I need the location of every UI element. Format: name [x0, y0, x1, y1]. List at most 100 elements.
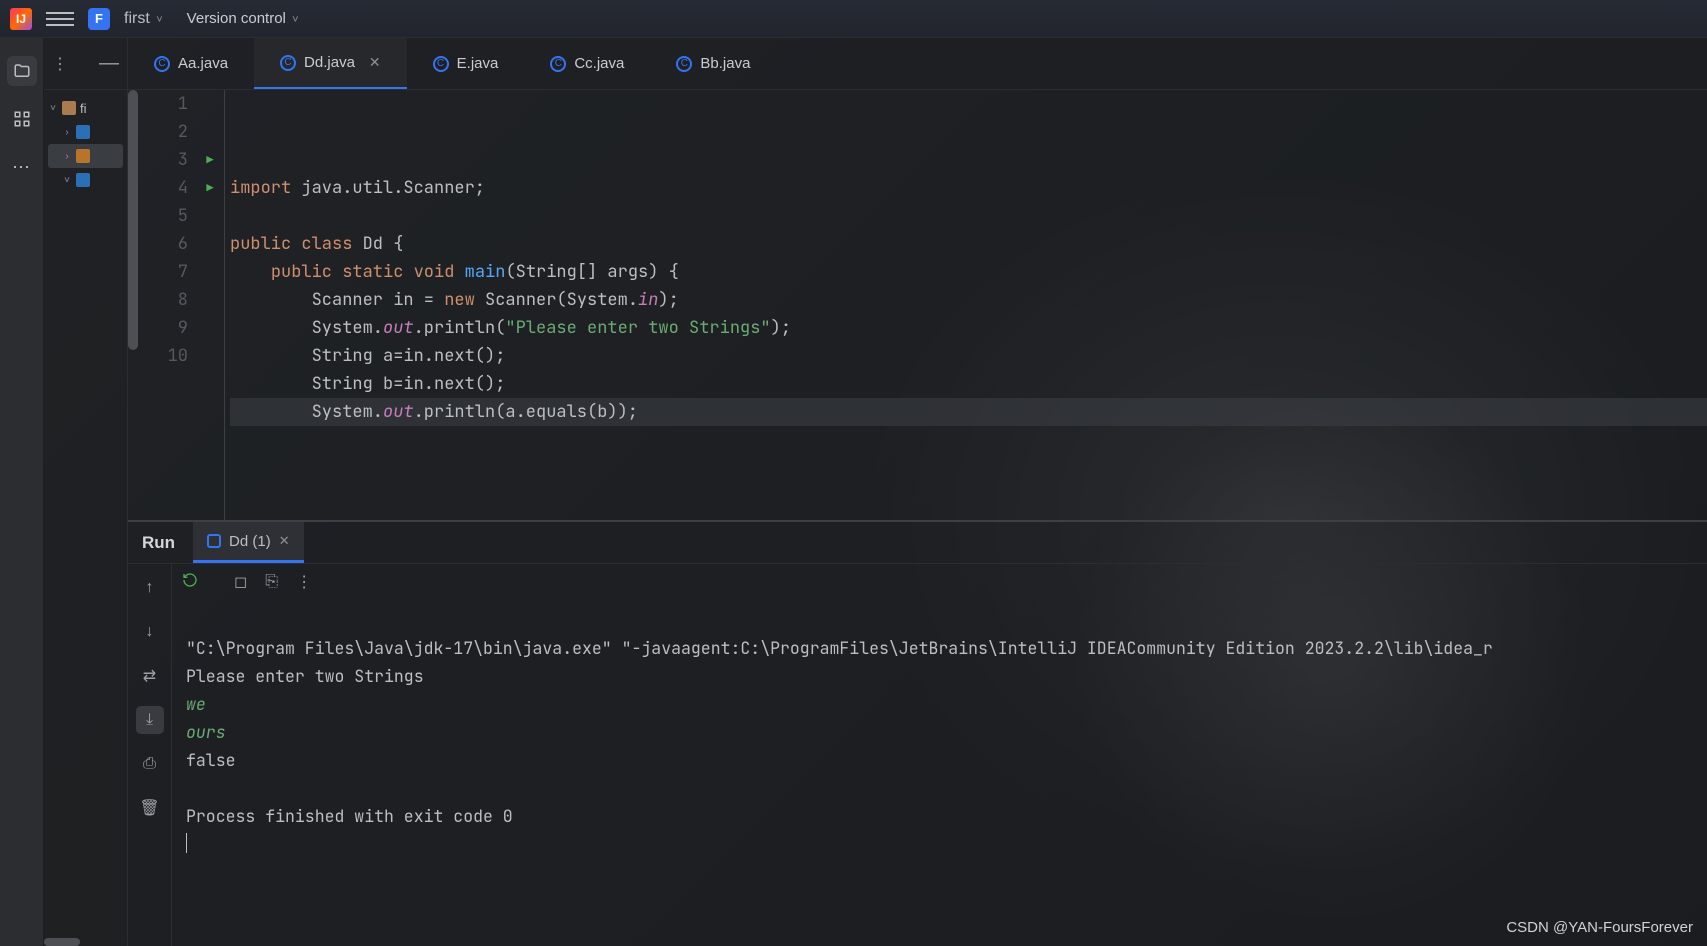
- editor-tab[interactable]: CDd.java✕: [254, 38, 407, 89]
- close-icon[interactable]: ✕: [369, 54, 381, 71]
- gutter: 12345678910 ▶▶: [128, 90, 224, 520]
- scroll-end-icon: ⤓: [146, 711, 153, 729]
- camera-button[interactable]: ◻: [234, 572, 247, 592]
- minimize-icon[interactable]: —: [99, 52, 119, 75]
- class-icon: C: [154, 56, 170, 72]
- gutter-cell[interactable]: ▶: [196, 146, 224, 174]
- caret-icon: ˅: [48, 103, 58, 114]
- code-editor[interactable]: 12345678910 ▶▶ import java.util.Scanner;…: [128, 90, 1707, 520]
- rerun-button[interactable]: [182, 572, 198, 593]
- caret-icon: ›: [62, 127, 72, 138]
- tree-label: fi: [80, 101, 87, 116]
- tab-label: Aa.java: [178, 55, 228, 72]
- file-icon: [76, 149, 90, 163]
- scroll-to-end-button[interactable]: ⤓: [136, 706, 164, 734]
- run-body: ↑ ↓ ⇄ ⤓ ⎙ 🗑 ◻ ⎘ ⋮: [128, 564, 1707, 946]
- project-tree-header: ⋮ —: [44, 38, 127, 90]
- tab-label: Bb.java: [700, 55, 750, 72]
- code-line[interactable]: String b=in.next();: [230, 370, 1707, 398]
- editor-scrollbar[interactable]: [128, 90, 138, 350]
- editor-tab[interactable]: C E.java: [407, 38, 525, 89]
- project-tool-button[interactable]: [7, 56, 37, 86]
- structure-tool-button[interactable]: [7, 104, 37, 134]
- run-panel-header: Run Dd (1) ✕: [128, 522, 1707, 564]
- scroll-down-button[interactable]: ↓: [136, 618, 164, 646]
- more-run-button[interactable]: ⋮: [296, 572, 312, 592]
- exit-icon: ⎘: [265, 573, 278, 590]
- project-name[interactable]: first ˅: [124, 10, 163, 28]
- folder-icon: [62, 101, 76, 115]
- exit-button[interactable]: ⎘: [265, 573, 278, 591]
- tree-row[interactable]: ›: [48, 144, 123, 168]
- code-line[interactable]: String a=in.next();: [230, 342, 1707, 370]
- tree-scrollbar[interactable]: [44, 938, 80, 946]
- scroll-up-button[interactable]: ↑: [136, 574, 164, 602]
- chevron-down-icon: ˅: [156, 14, 162, 26]
- code-line[interactable]: public class Dd {: [230, 230, 1707, 258]
- more-icon: ⋯: [12, 157, 31, 178]
- line-numbers: 12345678910: [128, 90, 196, 520]
- run-panel: Run Dd (1) ✕ ↑ ↓ ⇄ ⤓ ⎙ 🗑: [128, 520, 1707, 946]
- tree-row[interactable]: ˅: [48, 168, 123, 192]
- code-line[interactable]: System.out.println("Please enter two Str…: [230, 314, 1707, 342]
- tree-row[interactable]: ›: [48, 120, 123, 144]
- main: ⋯ ⋮ — ˅fi››˅ CAa.javaCDd.java✕CE.javaCCc…: [0, 38, 1707, 946]
- version-control-menu[interactable]: Version control ˅: [187, 10, 299, 27]
- gutter-cell[interactable]: ▶: [196, 174, 224, 202]
- project-badge[interactable]: F: [88, 8, 110, 30]
- folder-icon: [13, 62, 31, 80]
- code-area[interactable]: import java.util.Scanner; public class D…: [224, 90, 1707, 520]
- run-config-tab[interactable]: Dd (1) ✕: [193, 522, 304, 563]
- clear-button[interactable]: 🗑: [136, 794, 164, 822]
- project-tree[interactable]: ⋮ — ˅ fi › › ˅: [44, 38, 128, 946]
- gutter-cell: [196, 118, 224, 146]
- code-line[interactable]: [230, 426, 1707, 454]
- rerun-icon: [182, 572, 198, 588]
- hamburger-menu-icon[interactable]: [46, 5, 74, 33]
- code-line[interactable]: System.out.println(a.equals(b));: [230, 398, 1707, 426]
- console-input-2: ours: [186, 721, 226, 743]
- gutter-cell: [196, 314, 224, 342]
- version-control-label: Version control: [187, 10, 286, 27]
- class-icon: C: [433, 56, 449, 72]
- code-line[interactable]: import java.util.Scanner;: [230, 174, 1707, 202]
- print-icon: ⎙: [143, 755, 156, 773]
- code-line[interactable]: [230, 202, 1707, 230]
- file-icon: [76, 125, 90, 139]
- camera-icon: ◻: [234, 574, 247, 591]
- gutter-cell: [196, 202, 224, 230]
- gutter-cell: [196, 342, 224, 370]
- kebab-icon[interactable]: ⋮: [52, 54, 68, 74]
- code-line[interactable]: public static void main(String[] args) {: [230, 258, 1707, 286]
- run-gutter-icon: ▶: [206, 146, 213, 174]
- tree-row[interactable]: ˅ fi: [48, 96, 123, 120]
- tab-label: Dd.java: [304, 54, 355, 71]
- run-content: ◻ ⎘ ⋮ "C:\Program Files\Java\jdk-17\bin\…: [172, 564, 1707, 946]
- tab-label: E.java: [457, 55, 499, 72]
- left-tool-rail: ⋯: [0, 38, 44, 946]
- console-exit: Process finished with exit code 0: [186, 805, 513, 827]
- app-icon: IJ: [10, 8, 32, 30]
- more-tools-button[interactable]: ⋯: [7, 152, 37, 182]
- caret-icon: ›: [62, 151, 72, 162]
- run-title: Run: [142, 533, 175, 553]
- editor-tab[interactable]: C Aa.java: [128, 38, 254, 89]
- arrow-down-icon: ↓: [146, 623, 154, 641]
- soft-wrap-button[interactable]: ⇄: [136, 662, 164, 690]
- class-icon: C: [550, 56, 566, 72]
- code-line[interactable]: Scanner in = new Scanner(System.in);: [230, 286, 1707, 314]
- gutter-cell: [196, 286, 224, 314]
- editor-tab[interactable]: C Cc.java: [524, 38, 650, 89]
- close-icon[interactable]: ✕: [279, 533, 290, 549]
- structure-icon: [13, 110, 31, 128]
- editor-tabs: CAa.javaCDd.java✕CE.javaCCc.javaCBb.java: [128, 38, 1707, 90]
- gutter-icons: ▶▶: [196, 90, 224, 520]
- print-button[interactable]: ⎙: [136, 750, 164, 778]
- console-cmd: "C:\Program Files\Java\jdk-17\bin\java.e…: [186, 637, 1493, 659]
- tab-label: Cc.java: [574, 55, 624, 72]
- gutter-cell: [196, 90, 224, 118]
- console-output[interactable]: "C:\Program Files\Java\jdk-17\bin\java.e…: [172, 600, 1707, 946]
- watermark: CSDN @YAN-FoursForever: [1506, 919, 1693, 936]
- run-toolbar: ◻ ⎘ ⋮: [172, 564, 1707, 600]
- editor-tab[interactable]: CBb.java: [650, 38, 776, 89]
